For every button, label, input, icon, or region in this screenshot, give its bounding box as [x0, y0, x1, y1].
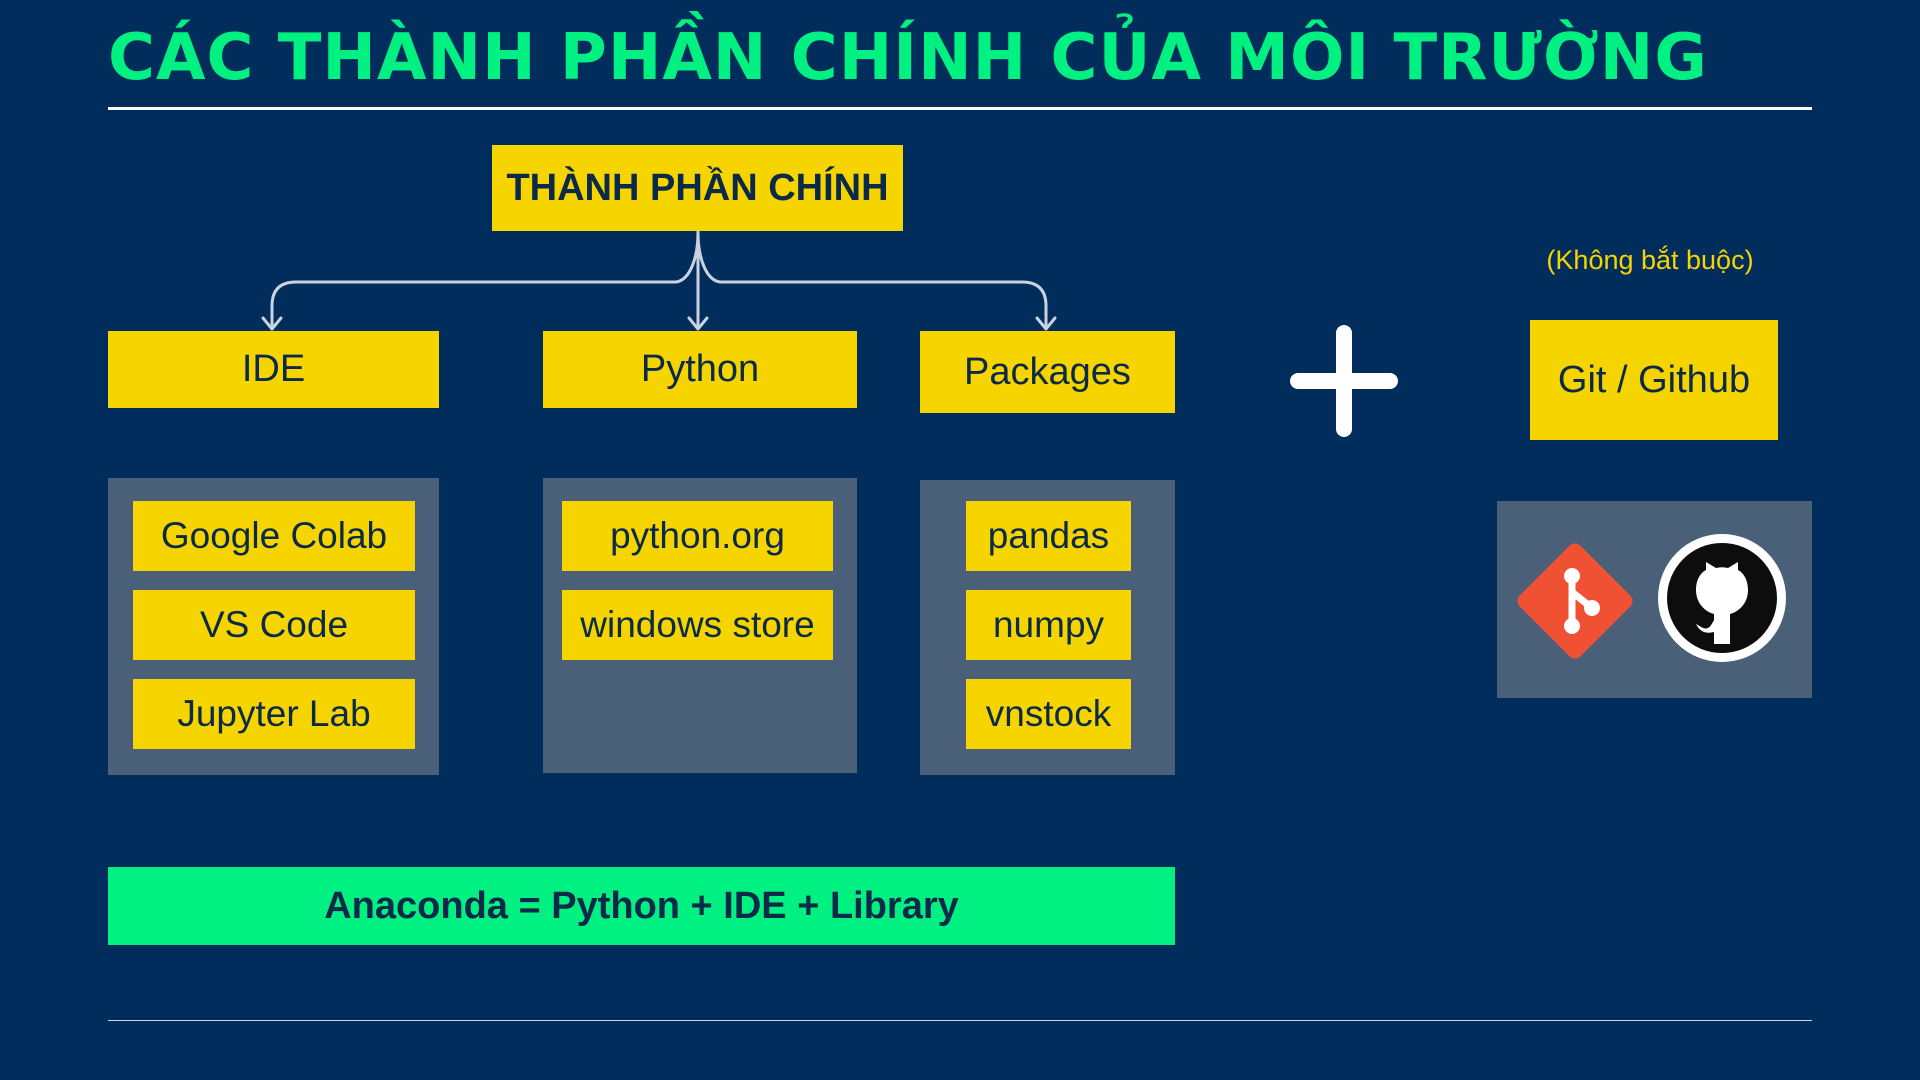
bottom-divider: [108, 1020, 1812, 1021]
anaconda-bar: Anaconda = Python + IDE + Library: [108, 867, 1175, 945]
github-logo-icon: [1658, 534, 1786, 662]
item-jupyter-lab: Jupyter Lab: [133, 679, 415, 749]
git-logo-icon: [1517, 543, 1633, 659]
category-label-packages: Packages: [964, 350, 1131, 393]
plus-icon: [1290, 325, 1398, 437]
root-box: THÀNH PHẦN CHÍNH: [492, 145, 903, 231]
item-label: Jupyter Lab: [177, 693, 371, 734]
category-box-packages: Packages: [920, 331, 1175, 413]
item-google-colab: Google Colab: [133, 501, 415, 571]
item-label: python.org: [610, 515, 785, 556]
item-label: numpy: [992, 604, 1105, 645]
item-label: pandas: [987, 515, 1110, 556]
root-label: THÀNH PHẦN CHÍNH: [506, 166, 889, 209]
category-box-python: Python: [543, 331, 857, 408]
item-label: vnstock: [985, 693, 1112, 734]
category-label-python: Python: [640, 348, 760, 390]
optional-note: (Không bắt buộc): [1546, 245, 1754, 275]
item-label: windows store: [580, 604, 815, 645]
item-pandas: pandas: [966, 501, 1131, 571]
git-github-box: Git / Github: [1530, 320, 1778, 440]
item-vs-code: VS Code: [133, 590, 415, 660]
anaconda-label: Anaconda = Python + IDE + Library: [324, 884, 959, 927]
item-windows-store: windows store: [562, 590, 833, 660]
item-label: Google Colab: [160, 515, 388, 556]
item-numpy: numpy: [966, 590, 1131, 660]
git-github-label: Git / Github: [1557, 358, 1751, 401]
item-label: VS Code: [199, 604, 349, 645]
category-box-ide: IDE: [108, 331, 439, 408]
category-label-ide: IDE: [241, 348, 306, 390]
item-vnstock: vnstock: [966, 679, 1131, 749]
item-python-org: python.org: [562, 501, 833, 571]
